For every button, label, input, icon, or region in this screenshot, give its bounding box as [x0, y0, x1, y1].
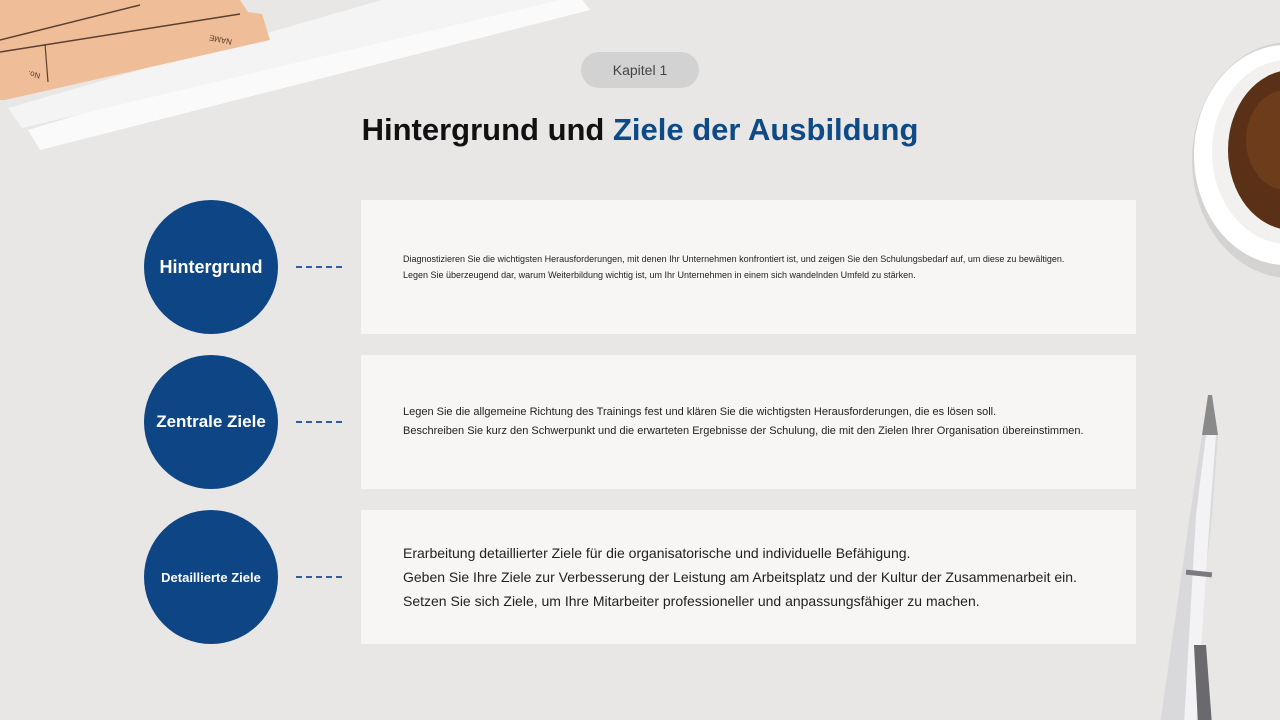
- dashed-connector: [296, 266, 342, 268]
- section-card-background: Diagnostizieren Sie die wichtigsten Hera…: [361, 200, 1136, 334]
- card-text-line: Geben Sie Ihre Ziele zur Verbesserung de…: [403, 569, 1077, 585]
- section-card-core-goals: Legen Sie die allgemeine Richtung des Tr…: [361, 355, 1136, 489]
- section-circle-detailed-goals: Detaillierte Ziele: [144, 510, 278, 644]
- card-text-line: Diagnostizieren Sie die wichtigsten Hera…: [403, 254, 1065, 264]
- card-text-line: Erarbeitung detaillierter Ziele für die …: [403, 545, 911, 561]
- dashed-connector: [296, 421, 342, 423]
- dashed-connector: [296, 576, 342, 578]
- section-card-detailed-goals: Erarbeitung detaillierter Ziele für die …: [361, 510, 1136, 644]
- title-main: Hintergrund und: [361, 112, 613, 147]
- section-circle-background: Hintergrund: [144, 200, 278, 334]
- card-text-line: Setzen Sie sich Ziele, um Ihre Mitarbeit…: [403, 593, 980, 609]
- card-text-line: Legen Sie die allgemeine Richtung des Tr…: [403, 406, 997, 418]
- section-row-background: Hintergrund Diagnostizieren Sie die wich…: [0, 200, 1280, 334]
- section-circle-core-goals: Zentrale Ziele: [144, 355, 278, 489]
- card-text-line: Legen Sie überzeugend dar, warum Weiterb…: [403, 270, 916, 280]
- section-row-detailed-goals: Detaillierte Ziele Erarbeitung detaillie…: [0, 510, 1280, 644]
- card-text-line: Beschreiben Sie kurz den Schwerpunkt und…: [403, 425, 1084, 437]
- title-accent: Ziele der Ausbildung: [612, 112, 919, 147]
- chapter-badge: Kapitel 1: [581, 52, 699, 88]
- section-row-core-goals: Zentrale Ziele Legen Sie die allgemeine …: [0, 355, 1280, 489]
- page-title: Hintergrund und Ziele der Ausbildung: [0, 112, 1280, 148]
